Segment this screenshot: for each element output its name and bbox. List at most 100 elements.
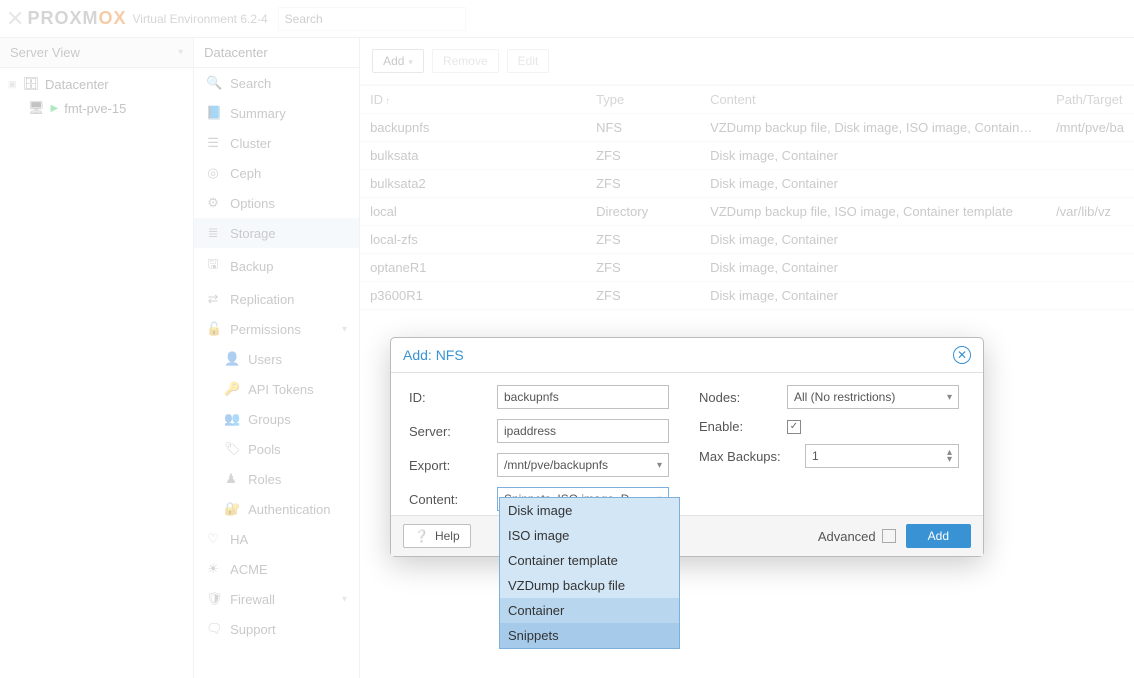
storage-toolbar: Add ▾ Remove Edit [360,38,1134,85]
cell-id: p3600R1 [360,282,586,309]
dropdown-item-iso-image[interactable]: ISO image [500,523,679,548]
chevron-down-icon: ▾ [408,57,413,67]
cell-path: /var/lib/vz [1046,198,1134,225]
menu-label: Ceph [230,166,261,181]
brand-logo: ✕ PROXMOX [6,6,126,32]
cell-type: ZFS [586,254,700,281]
menu-label: Pools [248,442,281,457]
menu-label: ACME [230,562,268,577]
menu-item-users[interactable]: 👤Users [194,344,359,374]
dropdown-item-container-template[interactable]: Container template [500,548,679,573]
menu-item-acme[interactable]: ☀ACME [194,554,359,584]
col-id[interactable]: ID↑ [360,86,586,113]
table-row[interactable]: bulksata2ZFSDisk image, Container [360,170,1134,198]
left-view-label: Server View [10,45,80,60]
col-content[interactable]: Content [700,86,1046,113]
cell-content: Disk image, Container [700,226,1046,253]
help-button[interactable]: ❔ Help [403,524,471,548]
storage-table-header: ID↑ Type Content Path/Target [360,85,1134,114]
tree-root-datacenter[interactable]: ▣ 🗄 Datacenter [0,72,193,96]
menu-item-storage[interactable]: ≣Storage [194,218,359,248]
chevron-down-icon: ▾ [178,47,183,58]
help-button-label: Help [435,529,460,543]
dropdown-item-disk-image[interactable]: Disk image [500,498,679,523]
content-breadcrumb: Datacenter [194,38,359,68]
table-row[interactable]: optaneR1ZFSDisk image, Container [360,254,1134,282]
maxbackups-stepper[interactable]: 1 ▴▾ [805,444,959,468]
table-row[interactable]: local-zfsZFSDisk image, Container [360,226,1134,254]
close-icon[interactable]: ✕ [953,346,971,364]
enable-checkbox[interactable]: ✓ [787,420,801,434]
dropdown-item-snippets[interactable]: Snippets [500,623,679,648]
menu-item-firewall[interactable]: 🛡Firewall [194,584,359,614]
add-button-label: Add [383,54,404,68]
cell-id: local-zfs [360,226,586,253]
add-storage-button[interactable]: Add ▾ [372,49,424,73]
menu-label: Replication [230,292,294,307]
sort-asc-icon: ↑ [385,96,390,107]
maxbackups-value: 1 [812,449,819,463]
menu-label: Permissions [230,322,301,337]
dropdown-item-vzdump-backup-file[interactable]: VZDump backup file [500,573,679,598]
chevron-down-icon: ▾ [657,460,662,471]
label-maxbackups: Max Backups: [699,449,797,464]
menu-item-api-tokens[interactable]: 🔑API Tokens [194,374,359,404]
menu-label: Options [230,196,275,211]
menu-item-search[interactable]: 🔍Search [194,68,359,98]
menu-item-cluster[interactable]: ☰ Cluster [194,128,359,158]
col-path[interactable]: Path/Target [1046,86,1134,113]
spin-down-icon[interactable]: ▾ [947,456,952,463]
dropdown-item-container[interactable]: Container [500,598,679,623]
menu-icon: 🗨 [206,621,220,637]
left-view-select[interactable]: Server View ▾ [0,38,193,68]
menu-item-permissions[interactable]: 🔓 Permissions [194,314,359,344]
cell-type: ZFS [586,226,700,253]
menu-item-ceph[interactable]: ◎Ceph [194,158,359,188]
menu-item-roles[interactable]: ♟Roles [194,464,359,494]
menu-icon: 📘 [206,105,220,121]
cell-type: NFS [586,114,700,141]
top-search-input[interactable] [278,7,466,31]
cell-content: Disk image, Container [700,282,1046,309]
table-row[interactable]: bulksataZFSDisk image, Container [360,142,1134,170]
tree-node-fmt-pve-15[interactable]: 🖥 ▶ fmt-pve-15 [0,96,193,120]
menu-item-replication[interactable]: ⇄Replication [194,284,359,314]
cell-content: Disk image, Container [700,254,1046,281]
help-icon: ❔ [414,529,429,543]
menu-icon: ♟ [224,471,238,487]
table-row[interactable]: backupnfsNFSVZDump backup file, Disk ima… [360,114,1134,142]
menu-item-ha[interactable]: ♡HA [194,524,359,554]
label-server: Server: [409,424,489,439]
menu-item-authentication[interactable]: 🔐Authentication [194,494,359,524]
cell-path [1046,142,1134,169]
env-label: Virtual Environment 6.2-4 [132,12,267,26]
menu-item-support[interactable]: 🗨Support [194,614,359,644]
add-nfs-dialog: Add: NFS ✕ ID: Server: Export: /mnt/pve/… [390,337,984,557]
table-row[interactable]: p3600R1ZFSDisk image, Container [360,282,1134,310]
remove-storage-button[interactable]: Remove [432,49,499,73]
menu-icon: ☰ [206,135,220,151]
menu-item-backup[interactable]: 🖫Backup [194,248,359,284]
menu-item-options[interactable]: ⚙Options [194,188,359,218]
table-row[interactable]: localDirectoryVZDump backup file, ISO im… [360,198,1134,226]
nodes-select[interactable]: All (No restrictions) ▾ [787,385,959,409]
label-content: Content: [409,492,489,507]
menu-item-groups[interactable]: 👥Groups [194,404,359,434]
server-input[interactable] [497,419,669,443]
advanced-checkbox[interactable] [882,529,896,543]
brand-text: PR [27,8,54,28]
export-select[interactable]: /mnt/pve/backupnfs ▾ [497,453,669,477]
menu-label: Cluster [230,136,271,151]
cell-path [1046,226,1134,253]
edit-storage-button[interactable]: Edit [507,49,550,73]
cell-content: Disk image, Container [700,170,1046,197]
menu-item-summary[interactable]: 📘Summary [194,98,359,128]
menu-label: Search [230,76,271,91]
col-type[interactable]: Type [586,86,700,113]
menu-item-pools[interactable]: 🏷Pools [194,434,359,464]
id-input[interactable] [497,385,669,409]
content-menu-panel: Datacenter 🔍Search📘Summary ☰ Cluster ◎Ceph⚙… [194,38,360,678]
add-button[interactable]: Add [906,524,971,548]
menu-icon: 🔑 [224,381,238,397]
menu-icon: 🔓 [206,321,220,337]
